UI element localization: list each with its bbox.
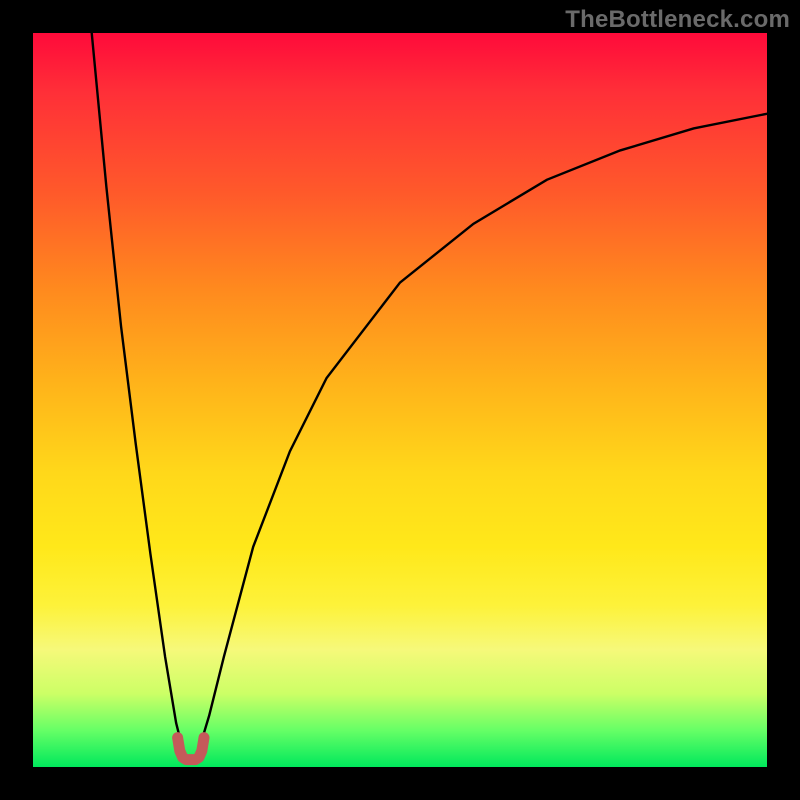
notch-marker	[178, 738, 204, 760]
plot-area	[33, 33, 767, 767]
curve-layer	[33, 33, 767, 767]
attribution-text: TheBottleneck.com	[565, 6, 790, 34]
bottleneck-curve-left	[92, 33, 184, 752]
chart-frame: TheBottleneck.com	[0, 0, 800, 800]
bottleneck-curve-right	[198, 114, 767, 753]
